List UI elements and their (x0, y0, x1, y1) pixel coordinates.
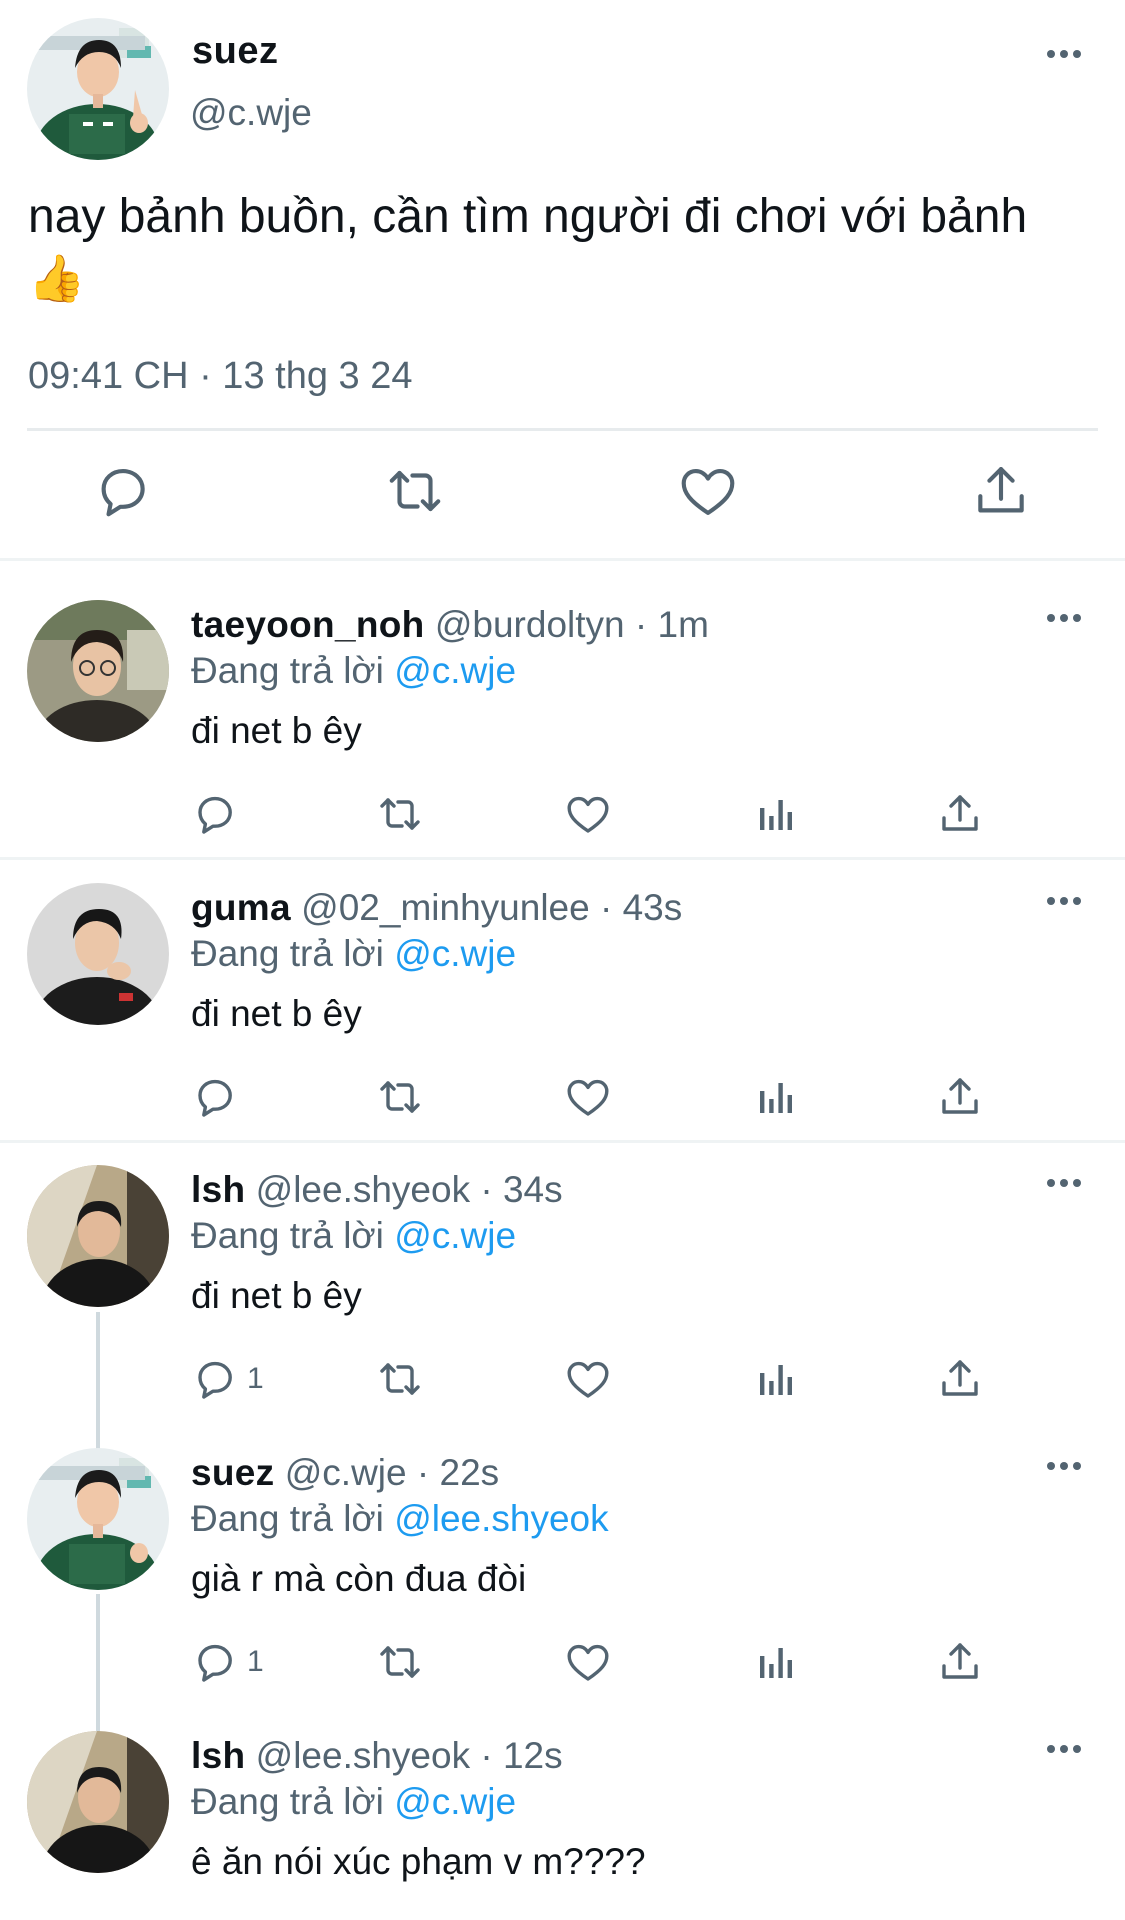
views-icon[interactable] (752, 1355, 800, 1403)
mention-link[interactable]: @lee.shyeok (394, 1498, 608, 1539)
reply-icon[interactable] (92, 460, 154, 522)
mention-link[interactable]: @c.wje (394, 933, 516, 974)
reply-action-bar: 1 (0, 1355, 1125, 1405)
author-name[interactable]: taeyoon_noh (191, 604, 425, 645)
author-name[interactable]: lsh (191, 1735, 245, 1776)
more-options-icon[interactable] (1047, 614, 1081, 622)
author-name[interactable]: suez (191, 1452, 274, 1493)
views-icon[interactable] (752, 790, 800, 838)
author-handle[interactable]: @c.wje (285, 1452, 407, 1493)
reply-count: 1 (247, 1362, 264, 1395)
reply-header: lsh @lee.shyeok · 34s (191, 1169, 563, 1211)
reply-time: · 43s (599, 887, 683, 928)
reply-text: già r mà còn đua đòi (191, 1558, 527, 1599)
reply-tweet[interactable]: guma @02_minhyunlee · 43s Đang trả lời @… (0, 883, 1125, 1133)
divider (27, 428, 1098, 431)
reply-tweet[interactable]: lsh @lee.shyeok · 34s Đang trả lời @c.wj… (0, 1165, 1125, 1415)
share-icon[interactable] (936, 1073, 984, 1121)
author-handle[interactable]: @02_minhyunlee (301, 887, 590, 928)
avatar[interactable] (27, 1731, 169, 1873)
replying-prefix: Đang trả lời (191, 1498, 384, 1539)
author-handle[interactable]: @burdoltyn (435, 604, 625, 645)
author-handle[interactable]: @c.wje (190, 92, 312, 134)
reply-action-bar: 1 (0, 1638, 1125, 1688)
reply-tweet[interactable]: taeyoon_noh @burdoltyn · 1m Đang trả lời… (0, 600, 1125, 850)
replying-to: Đang trả lời @c.wje (191, 933, 516, 975)
mention-link[interactable]: @c.wje (394, 1215, 516, 1256)
retweet-icon[interactable] (376, 1638, 424, 1686)
main-tweet: suez @c.wje nay bảnh buồn, cần tìm người… (0, 0, 1125, 561)
author-handle[interactable]: @lee.shyeok (256, 1735, 470, 1776)
more-options-icon[interactable] (1047, 50, 1081, 58)
like-icon[interactable] (564, 790, 612, 838)
reply-count: 1 (247, 1645, 264, 1678)
reply-tweet[interactable]: suez @c.wje · 22s Đang trả lời @lee.shye… (0, 1448, 1125, 1698)
reply-header: guma @02_minhyunlee · 43s (191, 887, 682, 929)
divider (0, 857, 1125, 860)
more-options-icon[interactable] (1047, 1179, 1081, 1187)
author-name[interactable]: lsh (191, 1169, 245, 1210)
share-icon[interactable] (936, 1355, 984, 1403)
replying-to: Đang trả lời @c.wje (191, 1215, 516, 1257)
share-icon[interactable] (936, 790, 984, 838)
thumbs-up-emoji: 👍 (28, 252, 86, 304)
reply-icon[interactable]: 1 (191, 1355, 264, 1403)
reply-icon[interactable] (191, 790, 247, 838)
like-icon[interactable] (564, 1638, 612, 1686)
like-icon[interactable] (677, 460, 739, 522)
retweet-icon[interactable] (376, 1073, 424, 1121)
more-options-icon[interactable] (1047, 1745, 1081, 1753)
reply-tweet[interactable]: lsh @lee.shyeok · 12s Đang trả lời @c.wj… (0, 1731, 1125, 1920)
reply-icon[interactable]: 1 (191, 1638, 264, 1686)
avatar[interactable] (27, 1165, 169, 1307)
avatar[interactable] (27, 883, 169, 1025)
reply-text: đi net b êy (191, 993, 362, 1034)
tweet-action-bar (0, 460, 1125, 530)
views-icon[interactable] (752, 1638, 800, 1686)
retweet-icon[interactable] (384, 460, 446, 522)
avatar[interactable] (27, 600, 169, 742)
replying-prefix: Đang trả lời (191, 933, 384, 974)
views-icon[interactable] (752, 1073, 800, 1121)
tweet-timestamp: 09:41 CH · 13 thg 3 24 (28, 355, 413, 397)
reply-text: đi net b êy (191, 710, 362, 751)
replying-to: Đang trả lời @c.wje (191, 1781, 516, 1823)
reply-header: lsh @lee.shyeok · 12s (191, 1735, 563, 1777)
mention-link[interactable]: @c.wje (394, 1781, 516, 1822)
reply-icon[interactable] (191, 1073, 247, 1121)
reply-text: ê ăn nói xúc phạm v m???? (191, 1841, 646, 1882)
replying-prefix: Đang trả lời (191, 1215, 384, 1256)
reply-time: · 22s (416, 1452, 500, 1493)
replying-to: Đang trả lời @lee.shyeok (191, 1498, 609, 1540)
reply-header: taeyoon_noh @burdoltyn · 1m (191, 604, 709, 646)
replying-to: Đang trả lời @c.wje (191, 650, 516, 692)
reply-header: suez @c.wje · 22s (191, 1452, 499, 1494)
more-options-icon[interactable] (1047, 897, 1081, 905)
like-icon[interactable] (564, 1355, 612, 1403)
tweet-body: nay bảnh buồn, cần tìm người đi chơi với… (28, 190, 1028, 243)
like-icon[interactable] (564, 1073, 612, 1121)
avatar[interactable] (27, 1448, 169, 1590)
divider (0, 1140, 1125, 1143)
retweet-icon[interactable] (376, 790, 424, 838)
reply-text: đi net b êy (191, 1275, 362, 1316)
reply-time: · 1m (634, 604, 709, 645)
tweet-text: nay bảnh buồn, cần tìm người đi chơi với… (28, 186, 1108, 310)
more-options-icon[interactable] (1047, 1462, 1081, 1470)
reply-action-bar (0, 1073, 1125, 1123)
reply-time: · 34s (480, 1169, 563, 1210)
replying-prefix: Đang trả lời (191, 650, 384, 691)
author-name[interactable]: suez (192, 30, 278, 73)
mention-link[interactable]: @c.wje (394, 650, 516, 691)
share-icon[interactable] (936, 1638, 984, 1686)
reply-time: · 12s (480, 1735, 563, 1776)
avatar[interactable] (27, 18, 169, 160)
retweet-icon[interactable] (376, 1355, 424, 1403)
tweet-thread-screen: suez @c.wje nay bảnh buồn, cần tìm người… (0, 0, 1125, 1920)
author-handle[interactable]: @lee.shyeok (256, 1169, 470, 1210)
replying-prefix: Đang trả lời (191, 1781, 384, 1822)
author-name[interactable]: guma (191, 887, 291, 928)
reply-action-bar (0, 790, 1125, 840)
share-icon[interactable] (970, 460, 1032, 522)
